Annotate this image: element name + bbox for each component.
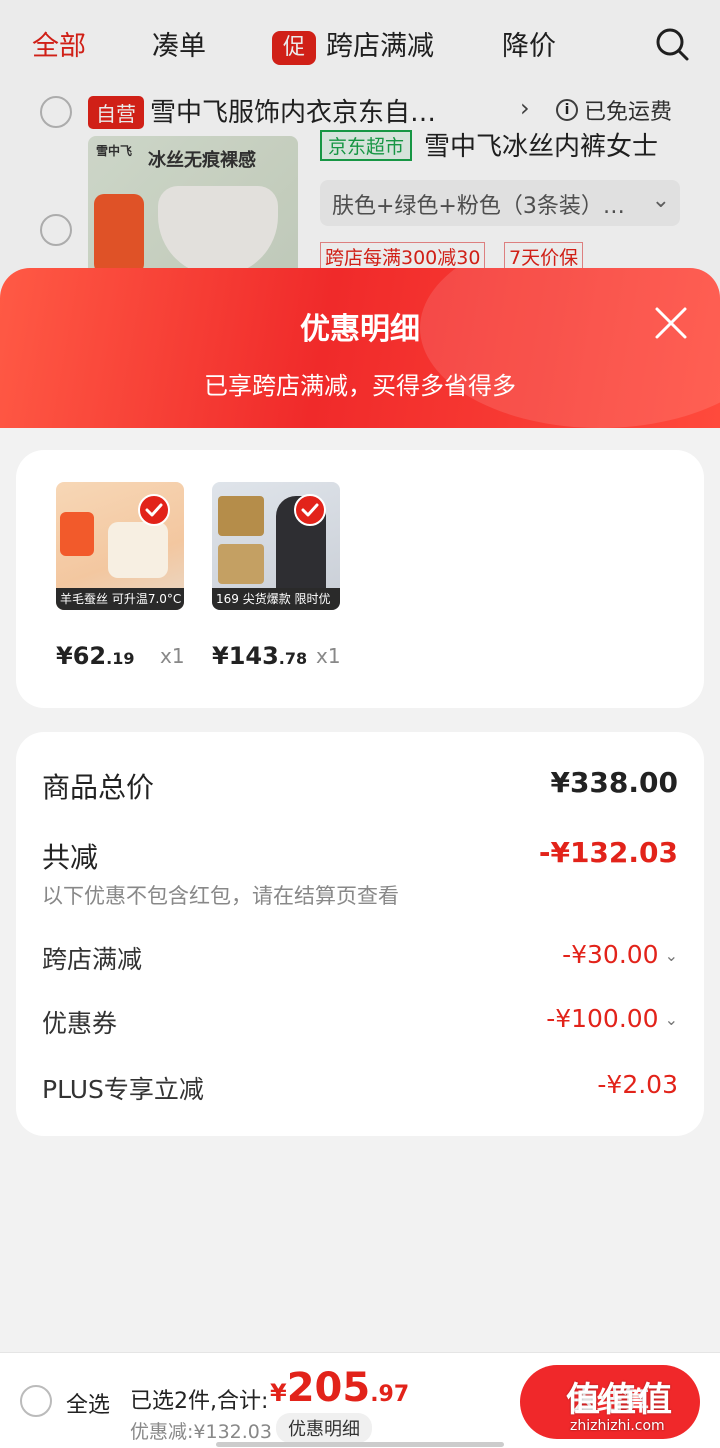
total-price-value: ¥338.00 — [550, 766, 678, 799]
select-all-radio[interactable] — [20, 1385, 52, 1417]
discount-detail-sheet: 优惠明细 已享跨店满减，买得多省得多 羊毛蚕丝 可升温7.0°C ¥62.19 … — [0, 268, 720, 1448]
item-price: ¥143.78 — [212, 642, 308, 670]
cross-store-value[interactable]: -¥30.00 ⌄ — [562, 940, 678, 969]
home-indicator[interactable] — [216, 1442, 504, 1447]
reduction-note: 以下优惠不包含红包，请在结算页查看 — [42, 884, 399, 908]
close-icon[interactable] — [654, 306, 688, 340]
thumbnail-figure — [218, 544, 264, 584]
thumbnail-garment — [108, 522, 168, 578]
sheet-title: 优惠明细 — [300, 312, 420, 347]
sheet-header: 优惠明细 已享跨店满减，买得多省得多 — [0, 268, 720, 428]
thumbnail-caption: 169 尖货爆款 限时优惠 — [212, 588, 340, 610]
watermark-url: zhizhizhi.com — [570, 1418, 665, 1434]
selected-items-card: 羊毛蚕丝 可升温7.0°C ¥62.19 x1 169 尖货爆款 限时优惠 — [16, 450, 704, 708]
watermark: 值值值 zhizhizhi.com — [566, 1372, 716, 1444]
item-thumbnail[interactable]: 羊毛蚕丝 可升温7.0°C — [56, 482, 184, 610]
thumbnail-badge — [60, 512, 94, 556]
total-price-label: 商品总价 — [42, 771, 155, 804]
grand-total: ¥205.97 — [270, 1365, 410, 1411]
overlay-dim[interactable] — [0, 0, 720, 300]
thumbnail-caption: 羊毛蚕丝 可升温7.0°C — [56, 588, 184, 610]
item-quantity: x1 — [160, 644, 185, 668]
cross-store-label: 跨店满减 — [42, 945, 143, 974]
total-reduction-value: -¥132.03 — [538, 836, 678, 869]
selected-count: 已选2件,合计: — [130, 1389, 269, 1414]
check-icon — [294, 494, 326, 526]
item-thumbnail[interactable]: 169 尖货爆款 限时优惠 — [212, 482, 340, 610]
sheet-subtitle: 已享跨店满减，买得多省得多 — [204, 372, 516, 400]
discount-amount: 优惠减:¥132.03 — [130, 1421, 272, 1443]
check-icon — [138, 494, 170, 526]
price-summary-card: 商品总价 ¥338.00 共减 -¥132.03 以下优惠不包含红包，请在结算页… — [16, 732, 704, 1136]
thumbnail-figure — [218, 496, 264, 536]
header-decoration — [420, 268, 720, 428]
total-reduction-label: 共减 — [42, 841, 99, 874]
item-quantity: x1 — [316, 644, 341, 668]
coupon-value[interactable]: -¥100.00 ⌄ — [546, 1004, 678, 1033]
discount-detail-button[interactable]: 优惠明细 — [276, 1413, 372, 1443]
plus-discount-label: PLUS专享立减 — [42, 1075, 204, 1104]
chevron-down-icon[interactable]: ⌄ — [665, 946, 678, 965]
plus-discount-value: -¥2.03 — [597, 1070, 678, 1099]
watermark-logo: 值值值 — [566, 1380, 674, 1420]
chevron-down-icon[interactable]: ⌄ — [665, 1010, 678, 1029]
item-price: ¥62.19 — [56, 642, 135, 670]
select-all-label[interactable]: 全选 — [66, 1387, 110, 1419]
coupon-label: 优惠券 — [42, 1009, 118, 1038]
